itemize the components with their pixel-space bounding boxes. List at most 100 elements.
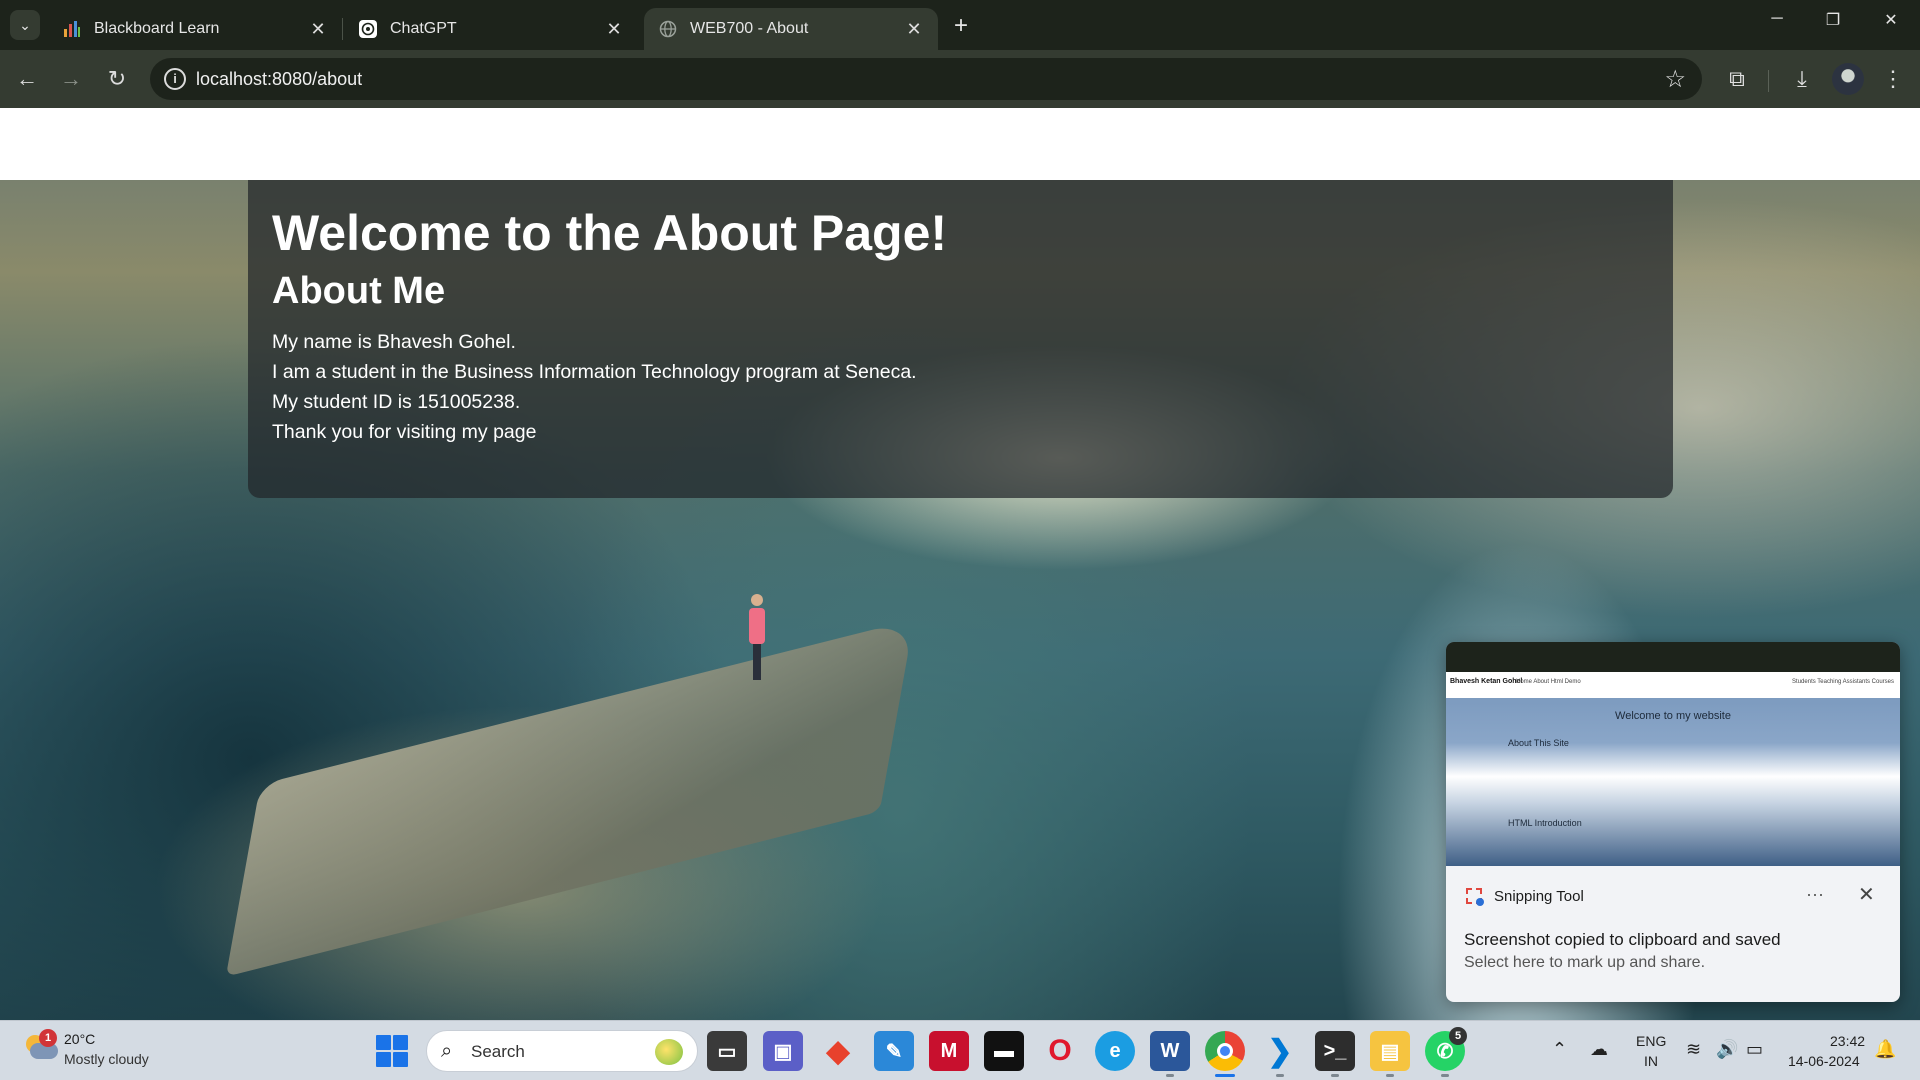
site-brand[interactable]: Your Name	[20, 130, 145, 158]
windows-taskbar: 1 20°C Mostly cloudy ⌕ Search ▭ ▣ ◆ ✎ M …	[0, 1020, 1920, 1080]
globe-icon	[659, 20, 677, 38]
onedrive-cloud-icon[interactable]: ☁	[1590, 1039, 1608, 1060]
battery-icon[interactable]: ▭	[1746, 1039, 1763, 1060]
tab-search-button[interactable]: ⌄	[10, 10, 40, 40]
chevron-down-icon: ⌄	[19, 16, 31, 33]
thumbnail-links-right: Students Teaching Assistants Courses	[1792, 679, 1894, 685]
toast-hint: Select here to mark up and share.	[1464, 954, 1706, 971]
thumbnail-title: Welcome to my website	[1615, 710, 1731, 722]
browser-toolbar: ← → ↻ i localhost:8080/about ☆ ⧉ ⤓ ⋮	[0, 50, 1920, 108]
about-line: My student ID is 151005238.	[272, 390, 521, 413]
wifi-icon[interactable]: ≋	[1686, 1039, 1701, 1060]
about-line: Thank you for visiting my page	[272, 420, 537, 443]
thumbnail-subtitle: About This Site	[1508, 738, 1569, 748]
bookmark-star-icon[interactable]: ☆	[1664, 65, 1686, 94]
nav-link-teaching-assistants[interactable]: Teaching Assistants	[1630, 134, 1788, 155]
nav-link-home[interactable]: Home	[172, 134, 220, 155]
tab-web700-about[interactable]: WEB700 - About ✕	[644, 8, 938, 50]
about-line: My name is Bhavesh Gohel.	[272, 330, 516, 353]
chrome-icon[interactable]	[1205, 1031, 1245, 1077]
windows-start-icon[interactable]	[376, 1035, 408, 1067]
close-icon[interactable]: ✕	[1858, 882, 1875, 907]
task-view-icon[interactable]: ▭	[707, 1031, 747, 1071]
background-cliff-illustration	[225, 619, 915, 977]
mcafee-icon[interactable]: M	[929, 1031, 969, 1071]
about-line: I am a student in the Business Informati…	[272, 360, 917, 383]
whatsapp-icon[interactable]: ✆ 5	[1425, 1027, 1467, 1077]
about-card: Welcome to the About Page! About Me My n…	[248, 180, 1673, 498]
close-icon[interactable]: ✕	[604, 19, 624, 40]
region-indicator[interactable]: IN	[1644, 1053, 1658, 1069]
toolbar-divider	[1768, 70, 1769, 92]
search-icon: ⌕	[441, 1040, 453, 1062]
edge-icon[interactable]: e	[1095, 1031, 1135, 1071]
nav-link-html-demo[interactable]: Html Demo	[320, 134, 410, 155]
nav-link-about[interactable]: About	[245, 134, 292, 155]
download-icon[interactable]: ⤓	[1787, 64, 1817, 94]
whatsapp-badge: 5	[1449, 1027, 1467, 1045]
terminal-app-icon[interactable]: ▬	[984, 1031, 1024, 1071]
weather-description[interactable]: Mostly cloudy	[64, 1051, 149, 1067]
opera-icon[interactable]: O	[1040, 1031, 1080, 1071]
notification-bell-icon[interactable]: 🔔	[1874, 1039, 1896, 1060]
thumbnail-brand: Bhavesh Ketan Gohel	[1450, 678, 1523, 685]
new-tab-button[interactable]: +	[946, 12, 976, 40]
chevron-up-icon[interactable]: ⌃	[1552, 1039, 1567, 1060]
background-person-illustration	[748, 594, 766, 684]
word-icon[interactable]: W	[1150, 1031, 1190, 1077]
tab-title: Blackboard Learn	[94, 20, 220, 37]
feather-app-icon[interactable]: ✎	[874, 1031, 914, 1071]
snipping-tool-notification[interactable]: Bhavesh Ketan Gohel Home About Html Demo…	[1446, 642, 1900, 1002]
thumbnail-chrome	[1446, 642, 1900, 672]
search-highlight-icon	[655, 1039, 683, 1065]
nav-link-students[interactable]: Students	[1532, 134, 1603, 155]
browser-tab-bar: ⌄ Blackboard Learn ✕ ChatGPT ✕ WEB700 - …	[0, 0, 1920, 50]
snipping-tool-icon	[1464, 886, 1484, 906]
teams-icon[interactable]: ▣	[763, 1031, 803, 1071]
close-icon[interactable]: ✕	[308, 19, 328, 40]
forward-arrow-icon[interactable]: →	[56, 64, 86, 94]
file-explorer-icon[interactable]: ▤	[1370, 1031, 1410, 1077]
tab-chatgpt[interactable]: ChatGPT ✕	[344, 8, 638, 50]
volume-icon[interactable]: 🔊	[1716, 1039, 1738, 1060]
thumbnail-navbar	[1446, 672, 1900, 698]
back-arrow-icon[interactable]: ←	[12, 64, 42, 94]
clock-date[interactable]: 14-06-2024	[1788, 1053, 1860, 1069]
window-close-button[interactable]: ✕	[1876, 10, 1906, 30]
minimize-button[interactable]: ─	[1762, 10, 1792, 28]
page-title: Welcome to the About Page!	[272, 205, 948, 261]
red-diamond-app-icon[interactable]: ◆	[818, 1031, 858, 1071]
url-text[interactable]: localhost:8080/about	[196, 69, 362, 90]
address-bar[interactable]: i localhost:8080/about ☆	[150, 58, 1702, 100]
tab-divider	[342, 18, 343, 40]
site-info-icon[interactable]: i	[164, 68, 186, 90]
toast-header: Snipping Tool	[1464, 886, 1584, 906]
tab-blackboard[interactable]: Blackboard Learn ✕	[48, 8, 342, 50]
more-options-icon[interactable]: ···	[1806, 884, 1824, 905]
weather-badge: 1	[39, 1029, 57, 1047]
clock-time[interactable]: 23:42	[1830, 1033, 1865, 1049]
extensions-puzzle-icon[interactable]: ⧉	[1722, 64, 1752, 94]
nav-link-courses[interactable]: Courses	[1820, 134, 1887, 155]
thumbnail-links: Home About Html Demo	[1516, 679, 1581, 685]
toast-app-name: Snipping Tool	[1494, 887, 1584, 905]
site-navbar: Your Name Home About Html Demo Students …	[0, 108, 1920, 180]
tab-title: ChatGPT	[390, 20, 457, 37]
reload-icon[interactable]: ↻	[102, 64, 132, 94]
command-prompt-icon[interactable]: >_	[1315, 1031, 1355, 1077]
section-title: About Me	[272, 270, 446, 312]
taskbar-search[interactable]: ⌕ Search	[426, 1030, 698, 1072]
language-indicator[interactable]: ENG	[1636, 1033, 1666, 1049]
kebab-menu-icon[interactable]: ⋮	[1878, 64, 1908, 94]
restore-button[interactable]: ❐	[1818, 10, 1848, 30]
profile-avatar[interactable]	[1832, 63, 1864, 95]
weather-temperature[interactable]: 20°C	[64, 1031, 95, 1047]
toast-message: Screenshot copied to clipboard and saved	[1464, 930, 1781, 949]
search-placeholder: Search	[471, 1042, 525, 1061]
thumbnail-subtitle-2: HTML Introduction	[1508, 818, 1582, 828]
close-icon[interactable]: ✕	[904, 19, 924, 40]
screenshot-thumbnail[interactable]: Bhavesh Ketan Gohel Home About Html Demo…	[1446, 642, 1900, 866]
bar-chart-icon	[64, 21, 80, 37]
vscode-icon[interactable]: ❯	[1260, 1031, 1300, 1077]
tab-title: WEB700 - About	[690, 20, 809, 37]
